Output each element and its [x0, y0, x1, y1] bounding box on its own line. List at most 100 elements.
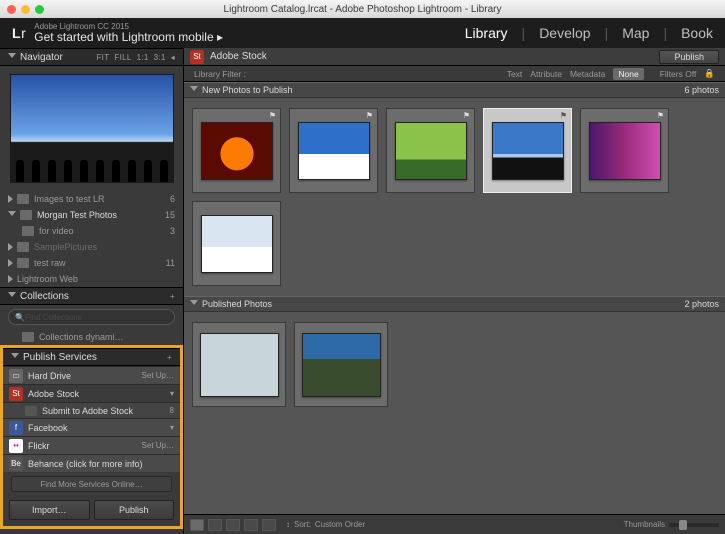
collections-title: Collections: [20, 291, 69, 302]
flag-icon[interactable]: ⚑: [657, 111, 664, 120]
filter-label: Library Filter :: [194, 69, 246, 79]
app-header: Lr Adobe Lightroom CC 2015 Get started w…: [0, 18, 725, 48]
flag-icon[interactable]: ⚑: [269, 111, 276, 120]
service-setup[interactable]: Set Up…: [142, 371, 174, 380]
service-flickr[interactable]: •• Flickr Set Up…: [3, 436, 180, 454]
photo-cell[interactable]: [192, 201, 281, 286]
photo-cell[interactable]: [192, 322, 286, 407]
minimize-window-icon[interactable]: [21, 5, 30, 14]
identity-plate[interactable]: Get started with Lightroom mobile ▸: [34, 31, 223, 43]
publish-services-panel: Publish Services + ▭ Hard Drive Set Up… …: [0, 345, 183, 529]
photo-cell[interactable]: ⚑: [580, 108, 669, 193]
module-library[interactable]: Library: [465, 25, 508, 41]
disclosure-icon: [190, 86, 198, 95]
view-loupe-icon[interactable]: [208, 519, 222, 531]
collections-header[interactable]: Collections +: [0, 287, 183, 305]
import-button[interactable]: Import…: [9, 500, 90, 520]
section-title: Published Photos: [202, 299, 272, 309]
sort-direction-icon[interactable]: ↕: [286, 520, 290, 529]
filter-metadata[interactable]: Metadata: [570, 69, 605, 79]
filter-none[interactable]: None: [613, 68, 643, 80]
service-adobestock[interactable]: St Adobe Stock ▾: [3, 384, 180, 402]
nav-3to1[interactable]: 3:1: [154, 53, 166, 62]
service-label: Behance (click for more info): [28, 459, 143, 469]
painter-icon[interactable]: [262, 519, 276, 531]
window-titlebar: Lightroom Catalog.lrcat - Adobe Photosho…: [0, 0, 725, 18]
folder-row[interactable]: for video3: [0, 223, 183, 239]
folder-row[interactable]: test raw11: [0, 255, 183, 271]
thumbnail-size-slider[interactable]: [669, 523, 719, 527]
flag-icon[interactable]: ⚑: [463, 111, 470, 120]
collections-search[interactable]: 🔍 Find Collections: [8, 309, 175, 325]
photo-cell[interactable]: ⚑: [289, 108, 378, 193]
publish-services-header[interactable]: Publish Services +: [3, 348, 180, 366]
folder-row[interactable]: Images to test LR6: [0, 191, 183, 207]
adobestock-icon: St: [190, 50, 204, 64]
photo-cell[interactable]: ⚑: [192, 108, 281, 193]
module-picker: Library| Develop| Map| Book: [465, 25, 713, 41]
secondary-bar: St Adobe Stock Publish: [184, 48, 725, 66]
lock-icon[interactable]: 🔒: [704, 68, 715, 79]
module-book[interactable]: Book: [681, 25, 713, 41]
disclosure-icon: [8, 292, 16, 301]
module-develop[interactable]: Develop: [539, 25, 590, 41]
filters-toggle[interactable]: Filters Off: [660, 69, 697, 79]
published-photos-grid: [184, 312, 725, 514]
published-photos-header[interactable]: Published Photos 2 photos: [184, 296, 725, 312]
nav-fill[interactable]: FILL: [114, 53, 131, 62]
navigator-preview[interactable]: [10, 74, 174, 183]
folder-row[interactable]: Lightroom Web: [0, 271, 183, 287]
section-title: New Photos to Publish: [202, 85, 293, 95]
zoom-window-icon[interactable]: [35, 5, 44, 14]
disclosure-icon: [11, 353, 19, 362]
service-count: 8: [170, 406, 174, 415]
add-service-icon[interactable]: +: [167, 353, 172, 362]
publish-services-title: Publish Services: [23, 352, 97, 363]
module-map[interactable]: Map: [622, 25, 649, 41]
view-compare-icon[interactable]: [226, 519, 240, 531]
flag-icon[interactable]: ⚑: [560, 111, 567, 120]
section-count: 6 photos: [684, 85, 719, 95]
nav-1to1[interactable]: 1:1: [137, 53, 149, 62]
disclosure-icon: [8, 243, 13, 251]
flickr-icon: ••: [9, 439, 23, 453]
chevron-down-icon[interactable]: ▾: [170, 389, 174, 398]
service-harddrive[interactable]: ▭ Hard Drive Set Up…: [3, 366, 180, 384]
collection-row[interactable]: Collections dynami…: [0, 329, 183, 345]
folder-icon: [20, 210, 32, 220]
publish-button-top[interactable]: Publish: [659, 50, 719, 64]
filter-text[interactable]: Text: [507, 69, 523, 79]
service-label: Adobe Stock: [28, 389, 79, 399]
filter-attribute[interactable]: Attribute: [530, 69, 562, 79]
nav-zoom-menu[interactable]: ◂: [171, 53, 175, 62]
folder-row[interactable]: SamplePictures: [0, 239, 183, 255]
photo-cell[interactable]: ⚑: [386, 108, 475, 193]
close-window-icon[interactable]: [7, 5, 16, 14]
service-behance[interactable]: Be Behance (click for more info): [3, 454, 180, 472]
disclosure-icon: [8, 195, 13, 203]
new-photos-grid: ⚑ ⚑ ⚑ ⚑ ⚑: [184, 98, 725, 296]
photo-cell[interactable]: ⚑: [483, 108, 572, 193]
new-photos-header[interactable]: New Photos to Publish 6 photos: [184, 82, 725, 98]
sort-label: Sort:: [294, 520, 311, 529]
sort-dropdown[interactable]: Custom Order: [315, 520, 365, 529]
adobestock-icon: St: [9, 387, 23, 401]
add-collection-icon[interactable]: +: [170, 292, 175, 301]
publish-button[interactable]: Publish: [94, 500, 175, 520]
service-adobestock-sub[interactable]: Submit to Adobe Stock 8: [3, 402, 180, 418]
service-facebook[interactable]: f Facebook ▾: [3, 418, 180, 436]
photo-cell[interactable]: [294, 322, 388, 407]
nav-fit[interactable]: FIT: [96, 53, 109, 62]
view-survey-icon[interactable]: [244, 519, 258, 531]
view-grid-icon[interactable]: [190, 519, 204, 531]
chevron-down-icon[interactable]: ▾: [170, 423, 174, 432]
flag-icon[interactable]: ⚑: [366, 111, 373, 120]
find-services-button[interactable]: Find More Services Online…: [11, 476, 172, 492]
disclosure-icon: [8, 275, 13, 283]
folder-icon: [22, 226, 34, 236]
folder-row[interactable]: Morgan Test Photos15: [0, 207, 183, 223]
service-label: Facebook: [28, 423, 68, 433]
disclosure-icon: [8, 53, 16, 62]
navigator-header[interactable]: Navigator FIT FILL 1:1 3:1 ◂: [0, 48, 183, 66]
service-setup[interactable]: Set Up…: [142, 441, 174, 450]
